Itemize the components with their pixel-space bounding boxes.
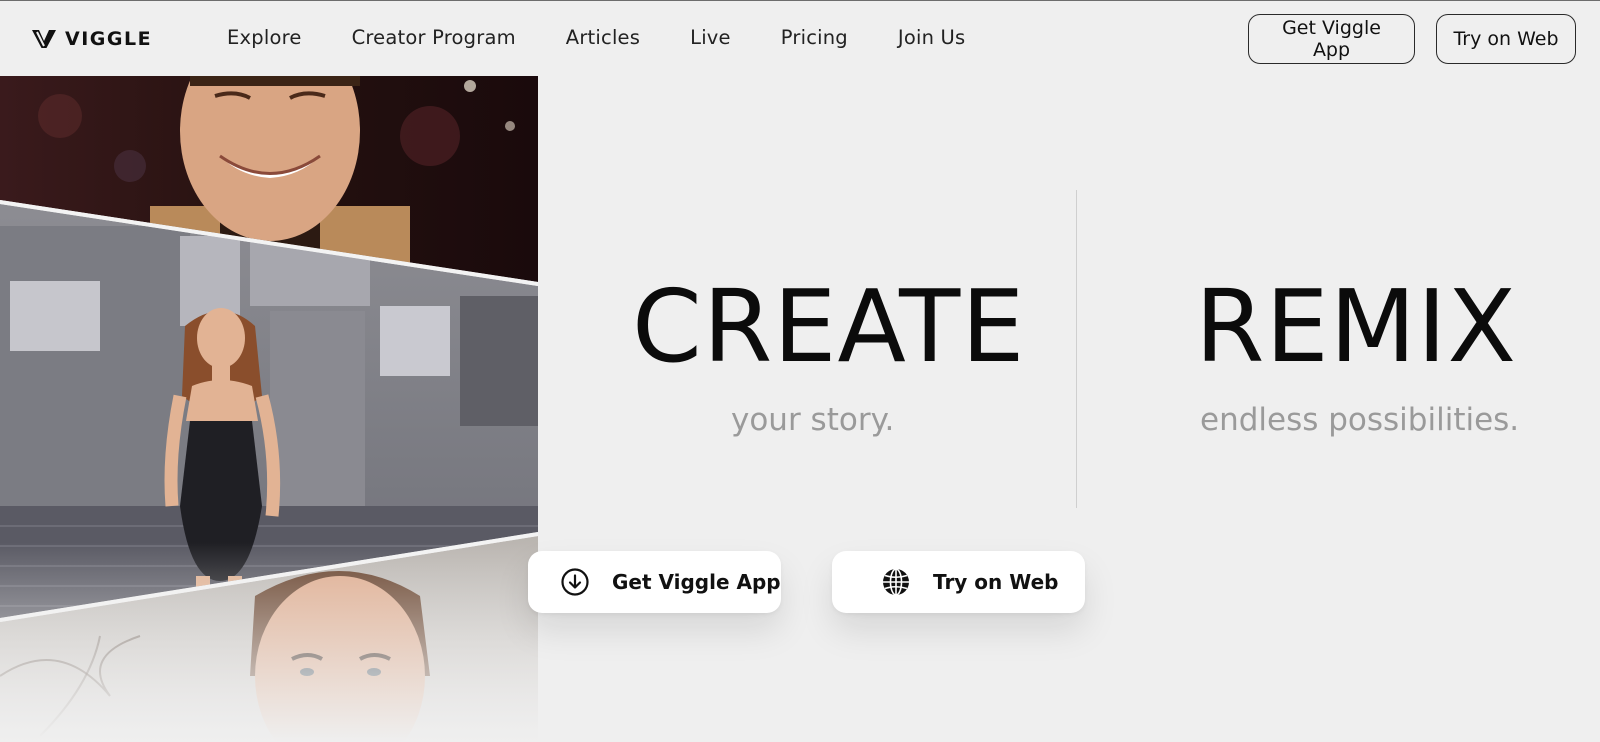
nav-item-live[interactable]: Live bbox=[690, 26, 731, 49]
get-viggle-app-button[interactable]: Get Viggle App bbox=[528, 551, 781, 613]
hero-remix-subtitle: endless possibilities. bbox=[1200, 402, 1520, 438]
main-nav: Explore Creator Program Articles Live Pr… bbox=[227, 26, 1015, 49]
hero-create-subtitle: your story. bbox=[731, 402, 895, 438]
get-viggle-app-label: Get Viggle App bbox=[612, 570, 781, 594]
download-circle-icon bbox=[561, 568, 589, 596]
nav-item-articles[interactable]: Articles bbox=[566, 26, 640, 49]
nav-item-pricing[interactable]: Pricing bbox=[781, 26, 848, 49]
try-on-web-label: Try on Web bbox=[933, 570, 1059, 594]
hero-create-word: CREATE bbox=[632, 268, 1026, 385]
globe-icon bbox=[883, 568, 909, 596]
brand-logo[interactable]: VIGGLE bbox=[31, 27, 152, 51]
nav-item-explore[interactable]: Explore bbox=[227, 26, 302, 49]
site-header: VIGGLE Explore Creator Program Articles … bbox=[0, 1, 1600, 76]
nav-item-creator-program[interactable]: Creator Program bbox=[352, 26, 516, 49]
viggle-logo-icon bbox=[32, 30, 56, 48]
try-on-web-button[interactable]: Try on Web bbox=[832, 551, 1085, 613]
header-get-app-button[interactable]: Get Viggle App bbox=[1248, 14, 1415, 64]
hero-image-collage bbox=[0, 76, 538, 742]
brand-name: VIGGLE bbox=[65, 28, 153, 50]
header-try-web-button[interactable]: Try on Web bbox=[1436, 14, 1576, 64]
hero-remix-word: REMIX bbox=[1195, 268, 1517, 385]
hero-divider bbox=[1076, 190, 1077, 508]
nav-item-join-us[interactable]: Join Us bbox=[898, 26, 966, 49]
